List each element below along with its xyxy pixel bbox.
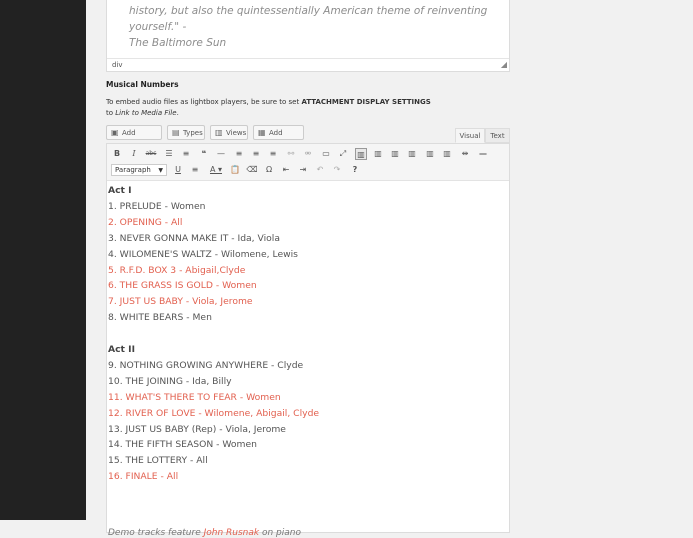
content-line: 3. NEVER GONNA MAKE IT - Ida, Viola <box>108 232 280 244</box>
form-icon: ▦ <box>258 128 266 137</box>
help-icon[interactable]: ? <box>349 164 361 176</box>
content-line: 11. WHAT'S THERE TO FEAR - Women <box>108 391 281 403</box>
layout-3-col-icon[interactable]: ▥ <box>389 148 401 160</box>
add-form-button[interactable]: ▦ Add Form <box>253 125 304 152</box>
musical-numbers-editor[interactable]: B I abc ☰ ≡ ❝ — ≡ ≡ ≡ ⚯ ⚮ ▭ ⤢ ▥ ▥ ▥ ▥ ▥ … <box>106 143 510 538</box>
layout-1-col-icon[interactable]: ▥ <box>355 148 367 160</box>
link-icon[interactable]: ⚯ <box>285 148 297 160</box>
outdent-icon[interactable]: ⇤ <box>280 164 292 176</box>
layout-6-col-icon[interactable]: ▥ <box>441 148 453 160</box>
underline-icon[interactable]: U <box>172 164 184 176</box>
special-character-icon[interactable]: Ω <box>263 164 275 176</box>
undo-icon[interactable]: ↶ <box>314 164 326 176</box>
desc-bold: ATTACHMENT DISPLAY SETTINGS <box>301 98 431 106</box>
content-line: 5. R.F.D. BOX 3 - Abigail,Clyde <box>108 264 246 276</box>
layout-5-col-icon[interactable]: ▥ <box>424 148 436 160</box>
content-line: 6. THE GRASS IS GOLD - Women <box>108 280 257 292</box>
content-line: 10. THE JOINING - Ida, Billy <box>108 375 232 387</box>
content-line: 9. NOTHING GROWING ANYWHERE - Clyde <box>108 359 304 371</box>
main-content: history, but also the quintessentially A… <box>86 0 693 538</box>
read-more-icon[interactable]: ▭ <box>320 148 332 160</box>
editor-status-bar: div ◢ <box>107 58 509 71</box>
content-line: 14. THE FIFTH SEASON - Women <box>108 439 257 451</box>
redo-icon[interactable]: ↷ <box>331 164 343 176</box>
justify-icon[interactable]: ≡ <box>189 164 201 176</box>
review-quote: history, but also the quintessentially A… <box>129 3 499 51</box>
tab-text[interactable]: Text <box>485 128 510 143</box>
admin-sidebar <box>0 0 86 520</box>
credit-suffix: on piano <box>259 528 301 538</box>
field-description: To embed audio files as lightbox players… <box>106 97 526 119</box>
content-line: 4. WILOMENE'S WALTZ - Wilomene, Lewis <box>108 248 298 260</box>
act-heading: Act I <box>108 185 132 196</box>
desc-text: To embed audio files as lightbox players… <box>106 98 302 106</box>
paste-text-icon[interactable]: 📋 <box>229 164 241 176</box>
desc-text-2: to <box>106 109 116 117</box>
content-line: 7. JUST US BABY - Viola, Jerome <box>108 296 253 308</box>
unlink-icon[interactable]: ⚮ <box>302 148 314 160</box>
credit-link[interactable]: John Rusnak <box>204 528 260 538</box>
align-center-icon[interactable]: ≡ <box>250 148 262 160</box>
editor-toolbar: B I abc ☰ ≡ ❝ — ≡ ≡ ≡ ⚯ ⚮ ▭ ⤢ ▥ ▥ ▥ ▥ ▥ … <box>107 144 509 181</box>
views-icon: ▥ <box>215 128 223 137</box>
types-icon: ▤ <box>172 128 180 137</box>
field-label: Musical Numbers <box>106 80 179 89</box>
demo-credit: Demo tracks feature John Rusnak on piano <box>108 528 301 538</box>
divider-icon[interactable]: — <box>477 148 489 160</box>
content-line: 13. JUST US BABY (Rep) - Viola, Jerome <box>108 423 286 435</box>
content-line: 15. THE LOTTERY - All <box>108 455 208 467</box>
italic-icon[interactable]: I <box>128 148 140 160</box>
content-line: 8. WHITE BEARS - Men <box>108 312 212 324</box>
spacer-icon[interactable]: ⇹ <box>459 148 471 160</box>
align-right-icon[interactable]: ≡ <box>267 148 279 160</box>
clear-formatting-icon[interactable]: ⌫ <box>246 164 258 176</box>
align-left-icon[interactable]: ≡ <box>233 148 245 160</box>
numbered-list-icon[interactable]: ≡ <box>180 148 192 160</box>
act-heading: Act II <box>108 344 135 355</box>
types-label: Types <box>183 129 203 137</box>
credit-prefix: Demo tracks feature <box>108 528 204 538</box>
views-label: Views <box>226 129 247 137</box>
blockquote-icon[interactable]: ❝ <box>198 148 210 160</box>
desc-period: . <box>176 109 179 117</box>
layout-4-col-icon[interactable]: ▥ <box>406 148 418 160</box>
element-path[interactable]: div <box>112 59 123 71</box>
media-icon: ▣ <box>111 128 119 137</box>
indent-icon[interactable]: ⇥ <box>297 164 309 176</box>
content-line: 12. RIVER OF LOVE - Wilomene, Abigail, C… <box>108 407 320 419</box>
text-color-icon[interactable]: A ▾ <box>206 164 226 176</box>
views-button[interactable]: ▥ Views <box>210 125 248 140</box>
quote-line-2: The Baltimore Sun <box>129 37 227 49</box>
chevron-down-icon: ▼ <box>158 167 163 174</box>
content-line: 1. PRELUDE - Women <box>108 200 206 212</box>
add-media-button[interactable]: ▣ Add Media <box>106 125 162 152</box>
previous-editor[interactable]: history, but also the quintessentially A… <box>106 0 510 72</box>
quote-line-1: history, but also the quintessentially A… <box>129 5 488 33</box>
format-select[interactable]: Paragraph ▼ <box>111 164 167 176</box>
horizontal-line-icon[interactable]: — <box>215 148 227 160</box>
strikethrough-icon[interactable]: abc <box>145 148 157 160</box>
tab-visual[interactable]: Visual <box>455 128 485 143</box>
format-select-value: Paragraph <box>115 166 151 174</box>
bold-icon[interactable]: B <box>111 148 123 160</box>
layout-2-col-icon[interactable]: ▥ <box>372 148 384 160</box>
content-line: 2. OPENING - All <box>108 216 183 228</box>
fullscreen-icon[interactable]: ⤢ <box>337 148 349 160</box>
types-button[interactable]: ▤ Types <box>167 125 205 140</box>
desc-italic: Link to Media File <box>115 109 177 117</box>
content-line: 16. FINALE - All <box>108 471 179 483</box>
resize-handle-icon[interactable]: ◢ <box>501 61 507 69</box>
bullet-list-icon[interactable]: ☰ <box>163 148 175 160</box>
